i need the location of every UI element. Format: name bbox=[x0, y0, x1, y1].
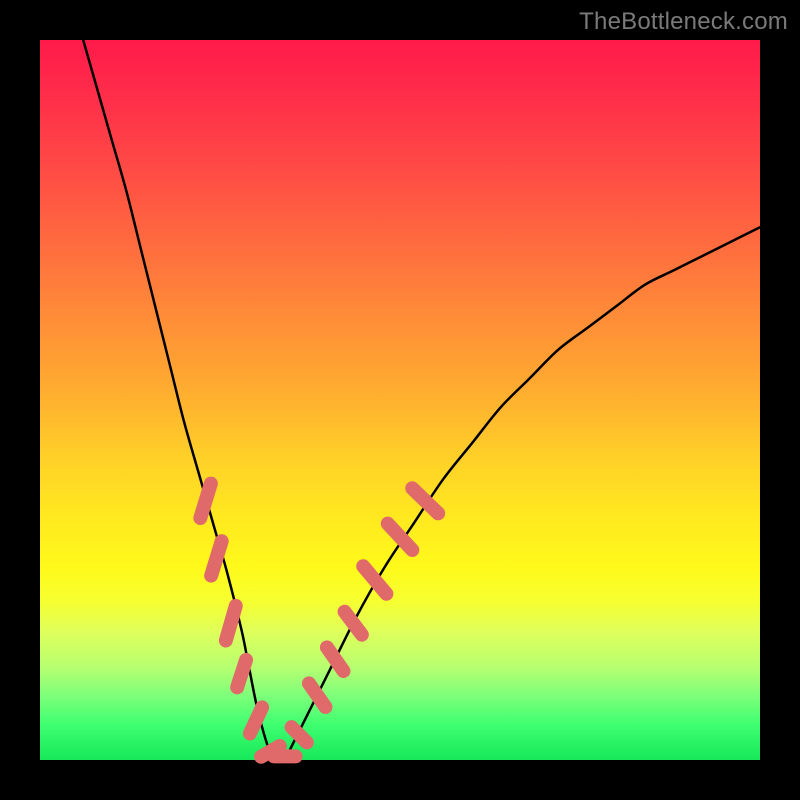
curve-marker bbox=[226, 606, 236, 641]
curve-marker bbox=[250, 707, 262, 733]
curve-markers bbox=[200, 484, 438, 757]
curve-marker bbox=[327, 647, 344, 671]
curve-marker bbox=[211, 541, 222, 575]
watermark-text: TheBottleneck.com bbox=[579, 8, 788, 36]
curve-marker bbox=[237, 660, 246, 687]
curve-layer bbox=[40, 40, 760, 760]
curve-marker bbox=[309, 683, 326, 707]
curve-marker bbox=[345, 612, 362, 635]
chart-frame: TheBottleneck.com bbox=[0, 0, 800, 800]
plot-area bbox=[40, 40, 760, 760]
bottleneck-curve bbox=[83, 40, 760, 761]
curve-marker bbox=[388, 524, 413, 550]
